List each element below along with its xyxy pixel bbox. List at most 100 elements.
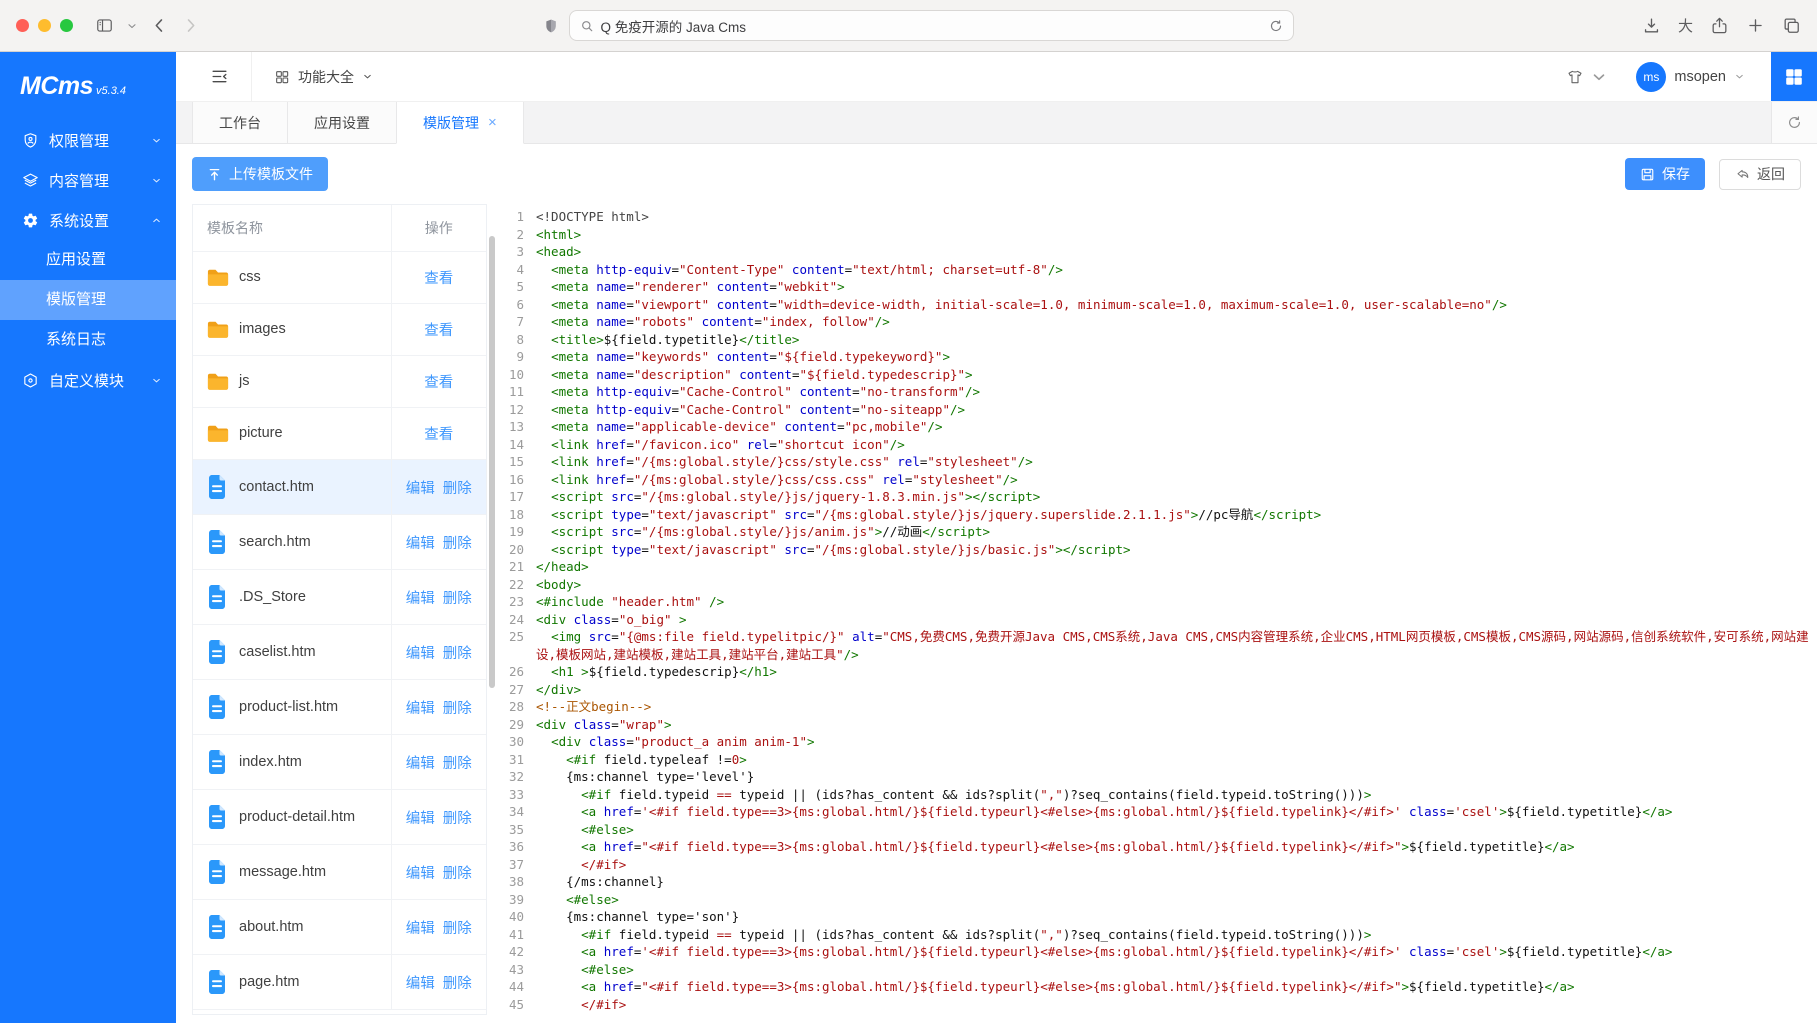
code-line: 11 <meta http-equiv="Cache-Control" cont…: [506, 383, 1817, 401]
upload-template-button[interactable]: 上传模板文件: [192, 157, 328, 191]
line-number: 32: [506, 768, 536, 786]
close-icon[interactable]: ×: [488, 115, 497, 130]
user-menu[interactable]: ms msopen: [1636, 62, 1745, 92]
action-link[interactable]: 编辑: [406, 481, 435, 497]
tab-应用设置[interactable]: 应用设置: [287, 102, 397, 143]
save-button[interactable]: 保存: [1625, 158, 1705, 190]
table-row[interactable]: js查看: [193, 356, 486, 408]
code-line: 23<#include "header.htm" />: [506, 593, 1817, 611]
apps-grid-button[interactable]: [1771, 52, 1817, 101]
action-link[interactable]: 删除: [443, 976, 472, 992]
code-line: 34 <a href='<#if field.type==3>{ms:globa…: [506, 803, 1817, 821]
table-row[interactable]: product-detail.htm编辑删除: [193, 790, 486, 845]
action-link[interactable]: 删除: [443, 921, 472, 937]
tab-bar: 工作台应用设置模版管理×: [176, 102, 1817, 144]
reload-icon[interactable]: [1269, 19, 1283, 33]
tab-工作台[interactable]: 工作台: [192, 102, 288, 143]
action-link[interactable]: 编辑: [406, 646, 435, 662]
action-link[interactable]: 编辑: [406, 866, 435, 882]
table-row[interactable]: about.htm编辑删除: [193, 900, 486, 955]
line-number: 42: [506, 943, 536, 961]
action-link[interactable]: 删除: [443, 481, 472, 497]
action-link[interactable]: 查看: [424, 323, 453, 339]
chevron-down-icon: [362, 71, 373, 82]
action-link[interactable]: 删除: [443, 536, 472, 552]
chevron-down-icon: [151, 135, 162, 146]
table-row[interactable]: message.htm编辑删除: [193, 845, 486, 900]
code-line: 40 {ms:channel type='son'}: [506, 908, 1817, 926]
chevron-down-icon[interactable]: [126, 20, 138, 32]
tab-overview-icon[interactable]: [1782, 16, 1801, 35]
browser-actions: 大: [1642, 15, 1801, 36]
action-link[interactable]: 查看: [424, 271, 453, 287]
table-row[interactable]: index.htm 编辑删除: [193, 735, 486, 790]
table-row[interactable]: search.htm编辑删除: [193, 515, 486, 570]
table-row[interactable]: product-list.htm 编辑删除: [193, 680, 486, 735]
file-name: index.htm: [239, 752, 302, 773]
logo-version: v5.3.4: [96, 85, 126, 97]
action-link[interactable]: 删除: [443, 866, 472, 882]
folder-icon: [207, 319, 229, 340]
action-link[interactable]: 编辑: [406, 756, 435, 772]
line-number: 25: [506, 628, 536, 646]
table-row[interactable]: .DS_Store编辑删除: [193, 570, 486, 625]
refresh-tab-button[interactable]: [1771, 102, 1817, 143]
sidebar-toggle-icon[interactable]: [95, 16, 114, 35]
text-size-button[interactable]: 大: [1678, 15, 1693, 36]
action-link[interactable]: 删除: [443, 591, 472, 607]
code-line: 6 <meta name="viewport" content="width=d…: [506, 296, 1817, 314]
scrollbar-thumb[interactable]: [489, 236, 495, 688]
share-icon[interactable]: [1710, 16, 1729, 35]
address-zone: Q 免疫开源的 Java Cms: [212, 10, 1626, 41]
action-link[interactable]: 编辑: [406, 921, 435, 937]
address-bar[interactable]: Q 免疫开源的 Java Cms: [569, 10, 1294, 41]
sidebar-subitem-app-settings[interactable]: 应用设置: [0, 240, 176, 280]
table-row[interactable]: images查看: [193, 304, 486, 356]
line-number: 45: [506, 996, 536, 1014]
file-name: product-list.htm: [239, 697, 338, 718]
code-line: 5 <meta name="renderer" content="webkit"…: [506, 278, 1817, 296]
sidebar-item-content[interactable]: 内容管理: [0, 160, 176, 200]
sidebar-item-custom-module[interactable]: 自定义模块: [0, 360, 176, 400]
screen: Q 免疫开源的 Java Cms 大: [0, 0, 1817, 1023]
line-number: 26: [506, 663, 536, 681]
action-link[interactable]: 删除: [443, 811, 472, 827]
file-icon: [207, 585, 229, 609]
collapse-sidebar-icon[interactable]: [210, 67, 229, 86]
back-button[interactable]: [150, 16, 169, 35]
sidebar-subitem-template[interactable]: 模版管理: [0, 280, 176, 320]
sidebar-subitem-logs[interactable]: 系统日志: [0, 320, 176, 360]
sidebar-item-permission[interactable]: 权限管理: [0, 120, 176, 160]
code-editor[interactable]: 1<!DOCTYPE html>2<html>3<head>4 <meta ht…: [506, 204, 1817, 1023]
action-link[interactable]: 查看: [424, 375, 453, 391]
privacy-shield-icon[interactable]: [543, 17, 559, 35]
line-number: 21: [506, 558, 536, 576]
table-row[interactable]: css查看: [193, 252, 486, 304]
action-link[interactable]: 编辑: [406, 811, 435, 827]
action-link[interactable]: 编辑: [406, 536, 435, 552]
theme-skin-button[interactable]: [1566, 68, 1608, 86]
code-line: 29<div class="wrap">: [506, 716, 1817, 734]
table-row[interactable]: contact.htm编辑删除: [193, 460, 486, 515]
action-link[interactable]: 编辑: [406, 701, 435, 717]
table-row[interactable]: picture查看: [193, 408, 486, 460]
zoom-window-button[interactable]: [60, 19, 73, 32]
forward-button[interactable]: [181, 16, 200, 35]
tab-模版管理[interactable]: 模版管理×: [396, 102, 524, 144]
action-link[interactable]: 编辑: [406, 976, 435, 992]
code-line: 35 <#else>: [506, 821, 1817, 839]
sidebar-item-system[interactable]: 系统设置: [0, 200, 176, 240]
function-menu[interactable]: 功能大全: [251, 52, 373, 101]
action-link[interactable]: 查看: [424, 427, 453, 443]
back-button[interactable]: 返回: [1719, 159, 1801, 190]
action-link[interactable]: 编辑: [406, 591, 435, 607]
minimize-window-button[interactable]: [38, 19, 51, 32]
action-link[interactable]: 删除: [443, 701, 472, 717]
action-link[interactable]: 删除: [443, 646, 472, 662]
action-link[interactable]: 删除: [443, 756, 472, 772]
close-window-button[interactable]: [16, 19, 29, 32]
downloads-icon[interactable]: [1642, 16, 1661, 35]
table-row[interactable]: page.htm编辑删除: [193, 955, 486, 1010]
table-row[interactable]: caselist.htm编辑删除: [193, 625, 486, 680]
new-tab-icon[interactable]: [1746, 16, 1765, 35]
